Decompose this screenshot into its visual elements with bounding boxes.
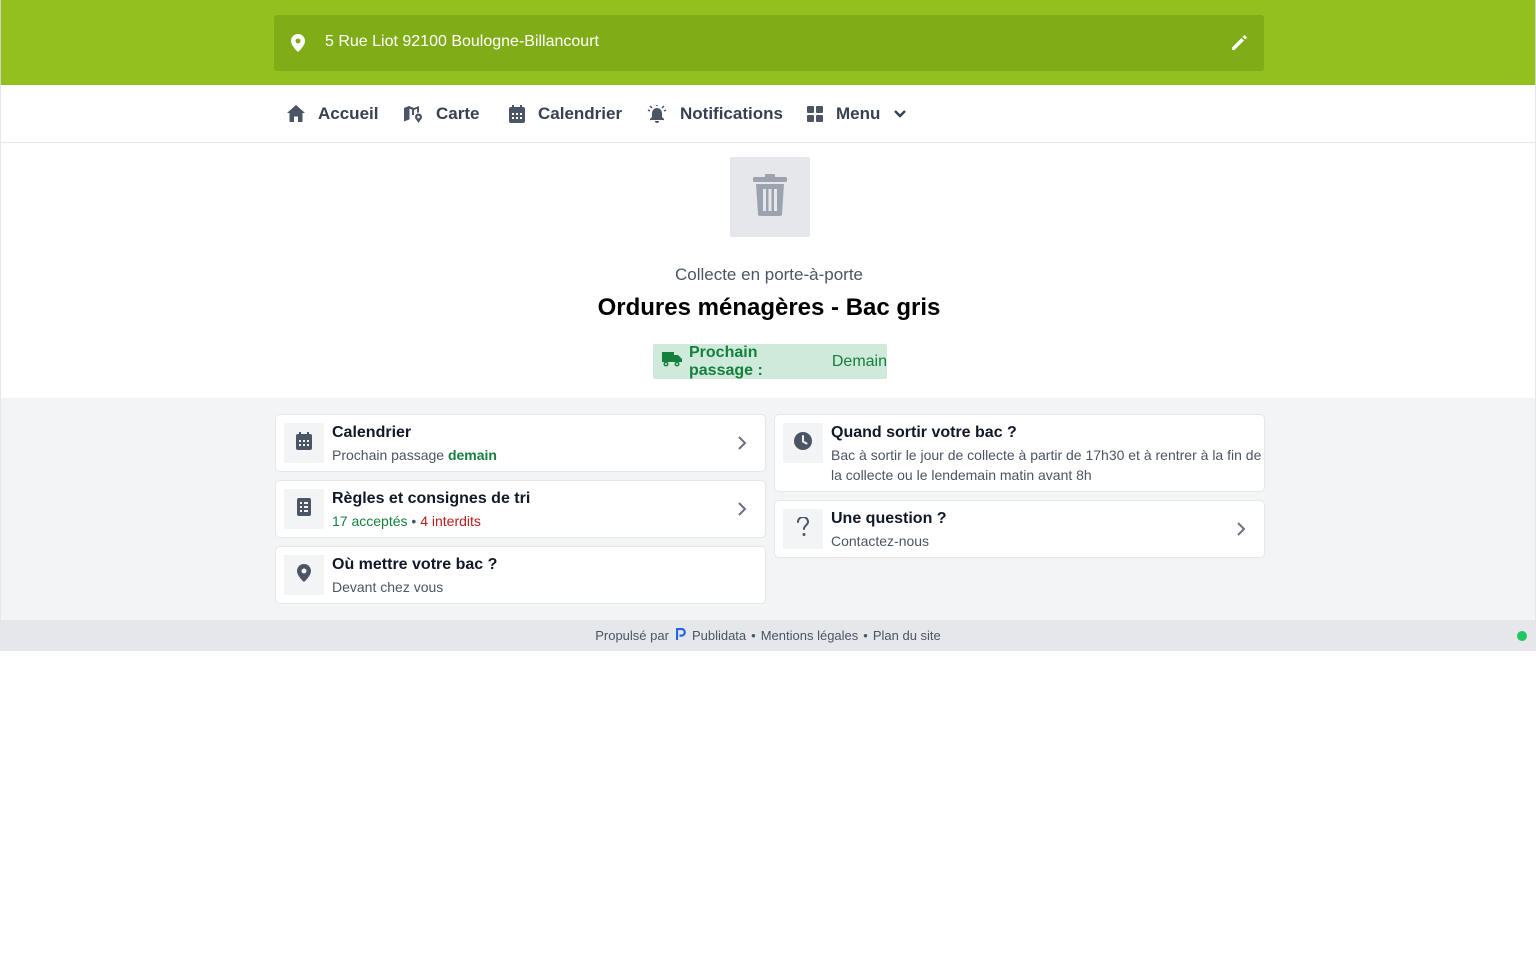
main-nav: Accueil Carte Calendrier Notifications M… [0,85,1536,143]
next-pickup-highlight: demain [447,447,497,463]
map-pin-icon [291,34,305,57]
map-icon [404,105,423,123]
separator: • [863,628,868,643]
status-dot [1517,631,1527,641]
card-title: Règles et consignes de tri [332,490,531,507]
clock-icon [794,431,812,455]
card-subtitle: Prochain passage demain [332,445,497,465]
nav-item-menu[interactable]: Menu [807,85,907,142]
nav-label-calendrier: Calendrier [538,103,623,123]
next-pickup-text: Prochain passage [332,447,445,463]
when-line-2: la collecte ou le lendemain matin avant … [831,467,1092,483]
pencil-icon[interactable] [1230,34,1248,57]
card-title: Calendrier [332,424,412,441]
legal-link[interactable]: Mentions légales [761,628,859,643]
nav-item-accueil[interactable]: Accueil [287,85,378,142]
checklist-icon [297,497,311,521]
powered-by-text: Propulsé par [595,628,669,643]
service-hero: Collecte en porte-à-porte Ordures ménagè… [0,143,1536,398]
card-icon-box [284,555,324,595]
app-frame: 5 Rue Liot 92100 Boulogne-Billancourt Ac… [0,0,1536,651]
calendar-card[interactable]: Calendrier Prochain passage demain [275,414,766,472]
card-title: Où mettre votre bac ? [332,556,498,573]
info-cards: Calendrier Prochain passage demain Règle… [0,398,1536,620]
card-subtitle: 17 acceptés • 4 interdits [332,511,481,531]
home-icon [287,105,305,122]
trash-icon [753,173,787,221]
chevron-right-icon [737,501,747,522]
sitemap-link[interactable]: Plan du site [873,628,941,643]
card-subtitle: Bac à sortir le jour de collecte à parti… [831,445,1261,485]
nav-label-accueil: Accueil [318,103,379,123]
service-subtitle: Collecte en porte-à-porte [674,265,864,284]
nav-item-notifications[interactable]: Notifications [647,85,783,142]
top-bar: 5 Rue Liot 92100 Boulogne-Billancourt [0,0,1536,85]
card-title: Quand sortir votre bac ? [831,424,1017,441]
publidata-link[interactable]: Publidata [692,628,746,643]
when-card: Quand sortir votre bac ? Bac à sortir le… [774,414,1265,492]
separator: • [411,513,417,529]
truck-icon [653,351,689,372]
next-pickup-label: Prochain passage : [689,343,763,379]
address-text: 5 Rue Liot 92100 Boulogne-Billancourt [325,33,599,50]
bell-icon [647,104,667,123]
card-icon-box [284,423,324,463]
service-image [730,157,810,237]
nav-label-notifications: Notifications [680,103,783,123]
calendar-icon [296,431,312,455]
chevron-right-icon [1236,521,1246,542]
forbidden-count: 4 [420,513,428,529]
footer: Propulsé par Publidata • Mentions légale… [0,620,1536,651]
accepted-label: acceptés [351,513,408,529]
card-subtitle: Devant chez vous [332,579,444,595]
bin-location-card: Où mettre votre bac ? Devant chez vous [275,546,766,604]
next-pickup-badge: Prochain passage : Demain [653,344,887,379]
chevron-right-icon [737,435,747,456]
nav-label-menu: Menu [836,103,881,123]
publidata-logo-icon [675,627,686,643]
nav-item-carte[interactable]: Carte [404,85,479,142]
next-pickup-value: Demain [831,352,887,370]
sorting-rules-card[interactable]: Règles et consignes de tri 17 acceptés •… [275,480,766,538]
map-pin-icon [297,563,311,587]
forbidden-label: interdits [431,513,481,529]
when-line-1: Bac à sortir le jour de collecte à parti… [831,447,1262,463]
address-bar[interactable]: 5 Rue Liot 92100 Boulogne-Billancourt [274,15,1264,71]
nav-item-calendrier[interactable]: Calendrier [509,85,622,142]
question-card[interactable]: Une question ? Contactez-nous [774,500,1265,558]
card-title: Une question ? [831,510,947,527]
chevron-down-icon [893,109,907,119]
page-title: Ordures ménagères - Bac gris [597,294,941,321]
card-subtitle: Contactez-nous [831,533,930,549]
question-icon [796,515,810,542]
card-icon-box [783,509,823,549]
card-icon-box [284,489,324,529]
nav-label-carte: Carte [436,103,480,123]
card-icon-box [783,423,823,463]
accepted-count: 17 [332,513,348,529]
separator: • [751,628,756,643]
calendar-icon [509,104,525,123]
grid-icon [807,105,823,122]
